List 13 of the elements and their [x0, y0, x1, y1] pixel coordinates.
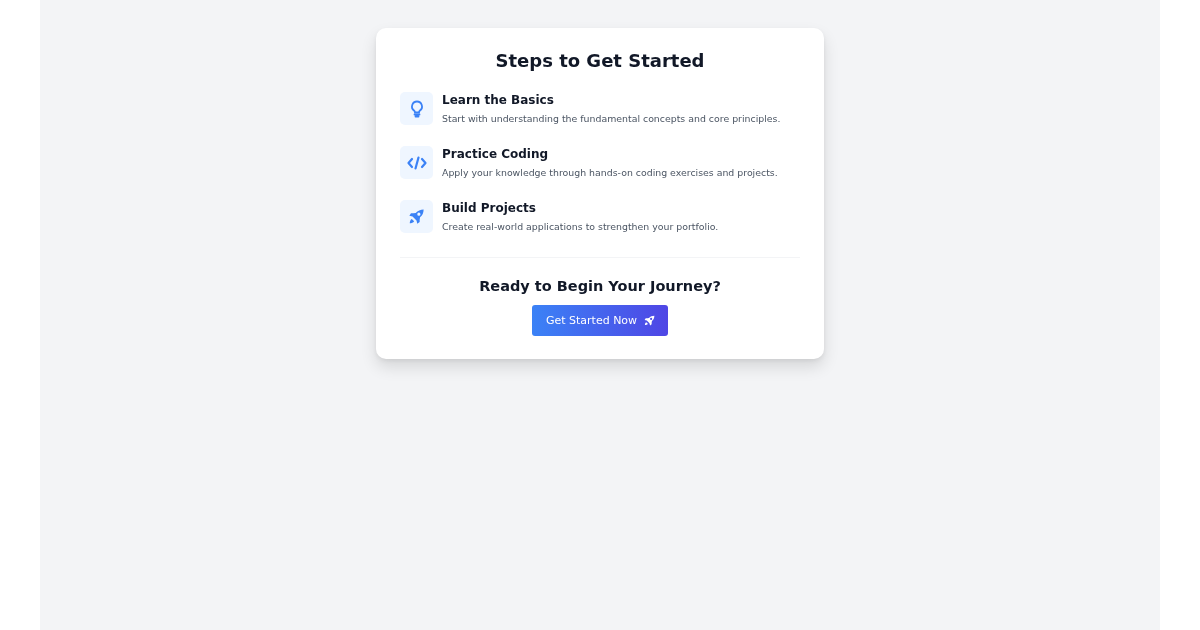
card-title: Steps to Get Started	[494, 49, 706, 73]
step-description: Start with understanding the fundamental concepts and core principles.	[442, 112, 781, 125]
step-title: Practice Coding	[442, 146, 550, 162]
cta-heading: Ready to Begin Your Journey?	[479, 277, 721, 296]
get-started-button[interactable]: Get Started Now	[531, 305, 669, 336]
step-description: Apply your knowledge through hands-on coding exercises and projects.	[442, 166, 778, 179]
rocket-icon	[643, 314, 657, 327]
step-description: Create real-world applications to strengthen your portfolio.	[442, 220, 719, 233]
step-title: Build Projects	[442, 200, 537, 216]
rocket-icon	[407, 207, 426, 226]
code-icon	[406, 155, 427, 170]
lightbulb-icon	[408, 99, 425, 118]
step-title: Learn the Basics	[442, 92, 555, 108]
